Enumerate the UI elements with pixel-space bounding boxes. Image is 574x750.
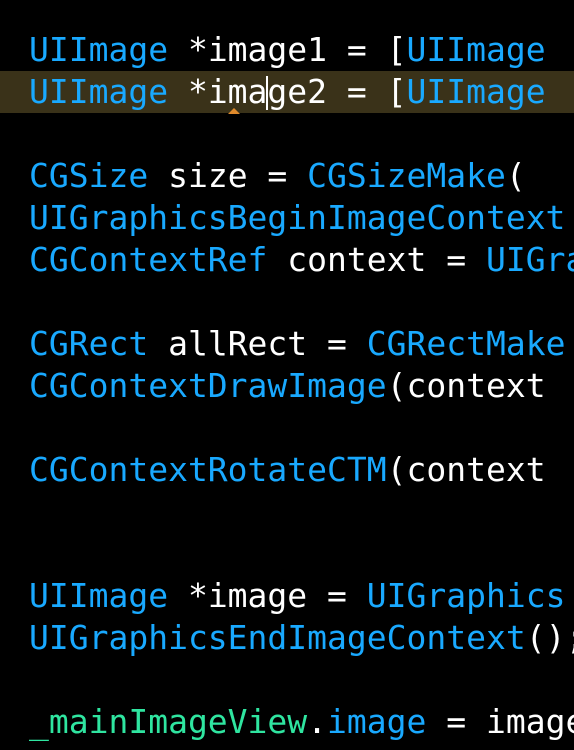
current-code-line[interactable]: UIImage *image2 = [UIImage	[0, 71, 574, 113]
code-text: (context	[386, 366, 546, 405]
code-line-9[interactable]: UIImage *image = UIGraphics	[0, 575, 574, 617]
code-text: size =	[148, 156, 308, 195]
type-token: CGContextRef	[29, 240, 268, 279]
function-token: CGContextDrawImage	[29, 366, 387, 405]
code-line-11[interactable]: _mainImageView.image = image	[0, 701, 574, 743]
code-line-10[interactable]: UIGraphicsEndImageContext();	[0, 617, 574, 659]
type-token: UIImage	[29, 30, 169, 69]
code-line-5[interactable]: CGContextRef context = UIGraphicsGetCurr…	[0, 239, 574, 281]
type-token: UIImage	[29, 72, 169, 111]
code-text: *image1 = [	[168, 30, 407, 69]
caret-position-marker-icon	[228, 108, 240, 114]
function-token: CGSizeMake	[307, 156, 506, 195]
type-token: UIImage	[406, 30, 546, 69]
property-token: image	[327, 702, 427, 741]
type-token: CGRect	[29, 324, 149, 363]
code-text: ge2 = [	[267, 72, 407, 111]
code-text: context =	[267, 240, 486, 279]
code-text: *image =	[168, 576, 367, 615]
function-token: UIGraphics	[366, 576, 566, 615]
type-token: UIImage	[406, 72, 546, 111]
function-token: CGContextRotateCTM	[29, 450, 387, 489]
code-text: *ima	[168, 72, 268, 111]
code-text: = image	[426, 702, 574, 741]
function-token: UIGraphicsGetCurrentContext	[485, 240, 574, 279]
type-token: UIImage	[29, 576, 169, 615]
property-token: _mainImageView	[29, 702, 308, 741]
code-line-3[interactable]: CGSize size = CGSizeMake(	[0, 155, 574, 197]
function-token: UIGraphicsBeginImageContext	[29, 198, 566, 237]
code-text: (	[505, 156, 526, 195]
code-line-1[interactable]: UIImage *image1 = [UIImage	[0, 29, 574, 71]
code-line-7[interactable]: CGContextDrawImage(context	[0, 365, 574, 407]
function-token: CGRectMake	[366, 324, 566, 363]
code-text: (context	[386, 450, 546, 489]
function-token: UIGraphicsEndImageContext	[29, 618, 526, 657]
code-line-4[interactable]: UIGraphicsBeginImageContext	[0, 197, 574, 239]
type-token: CGSize	[29, 156, 149, 195]
code-text: allRect =	[148, 324, 367, 363]
code-line-6[interactable]: CGRect allRect = CGRectMake	[0, 323, 574, 365]
code-text: .	[307, 702, 328, 741]
code-text: ();	[525, 618, 574, 657]
code-line-8[interactable]: CGContextRotateCTM(context	[0, 449, 574, 491]
code-editor[interactable]: UIImage *image1 = [UIImage UIImage *imag…	[0, 0, 574, 750]
